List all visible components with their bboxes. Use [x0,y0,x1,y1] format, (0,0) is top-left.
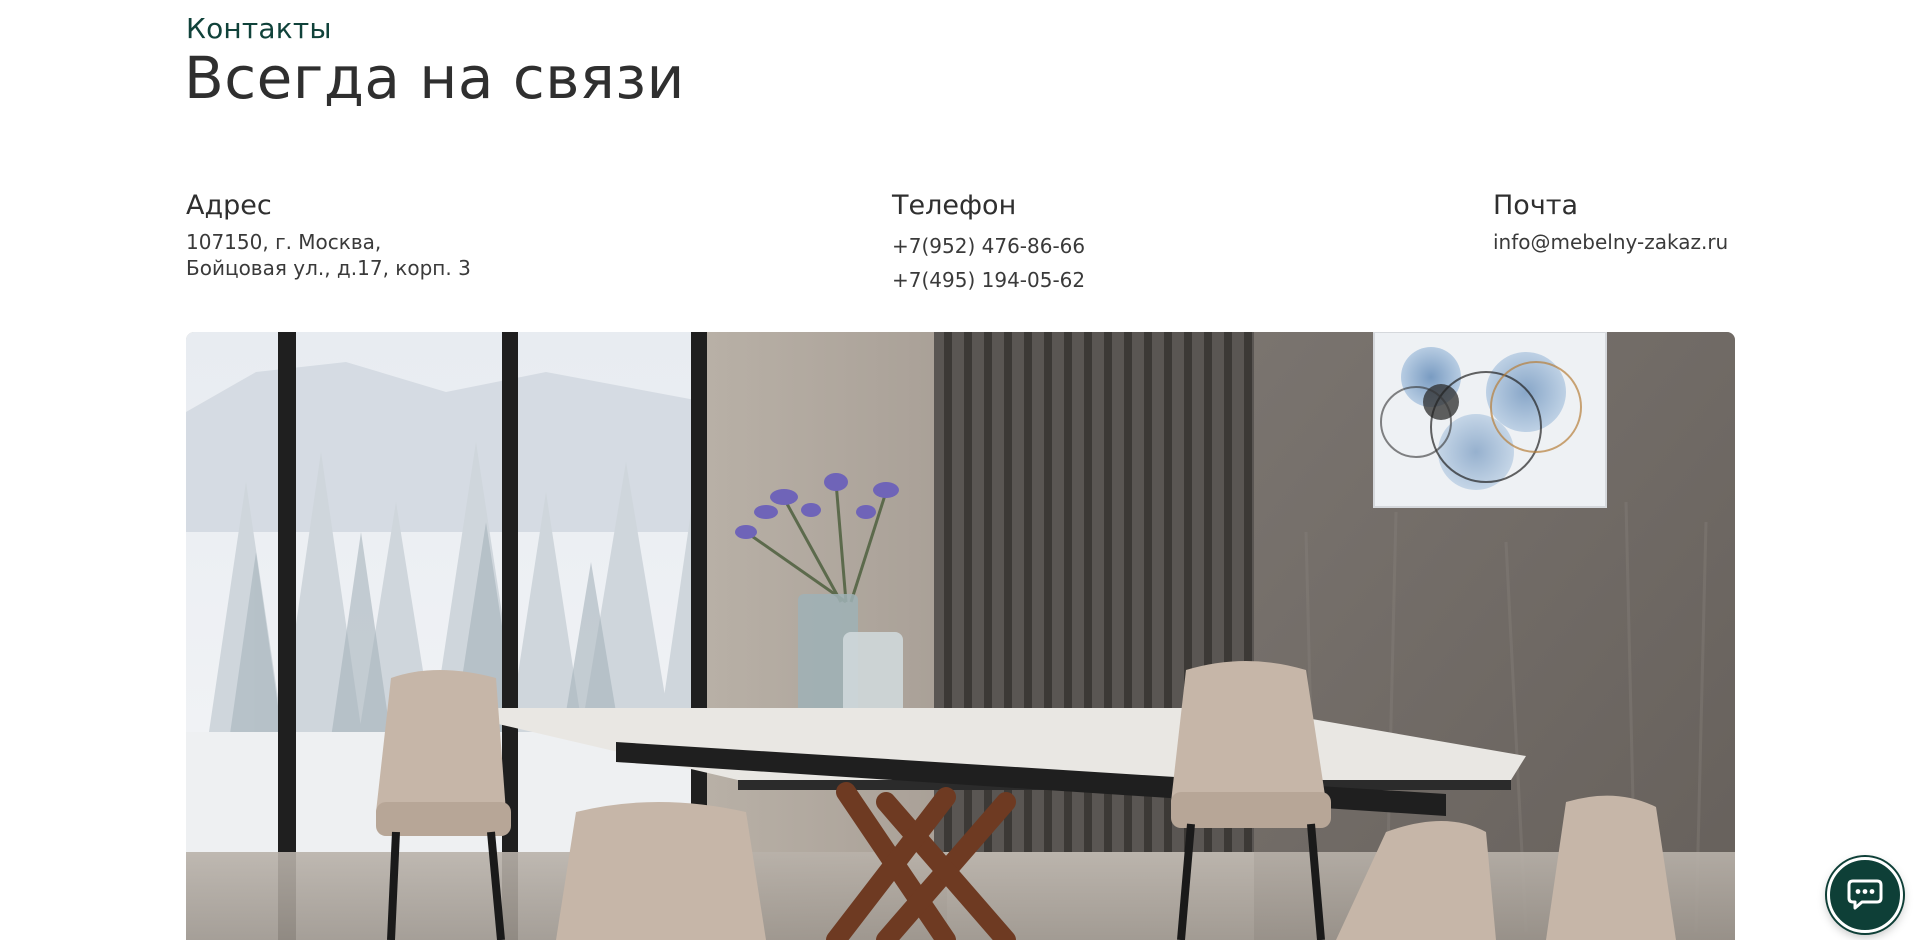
chat-bubble-icon [1845,873,1885,917]
address-block: Адрес 107150, г. Москва, Бойцовая ул., д… [186,190,471,281]
address-line-1: 107150, г. Москва, [186,230,382,254]
chat-button[interactable] [1827,857,1903,933]
address-heading: Адрес [186,190,272,221]
phone-link-2[interactable]: +7(495) 194-05-62 [892,268,1085,292]
dining-room-photo [186,332,1735,940]
contacts-eyebrow: Контакты [186,12,332,45]
phone-link-1[interactable]: +7(952) 476-86-66 [892,234,1085,258]
email-link[interactable]: info@mebelny-zakaz.ru [1493,230,1728,254]
mail-block: Почта info@mebelny-zakaz.ru [1493,190,1728,255]
mail-heading: Почта [1493,190,1579,221]
page-title: Всегда на связи [184,44,685,112]
address-line-2: Бойцовая ул., д.17, корп. 3 [186,256,471,280]
phone-block: Телефон +7(952) 476-86-66 +7(495) 194-05… [892,190,1085,297]
phone-heading: Телефон [892,190,1017,221]
